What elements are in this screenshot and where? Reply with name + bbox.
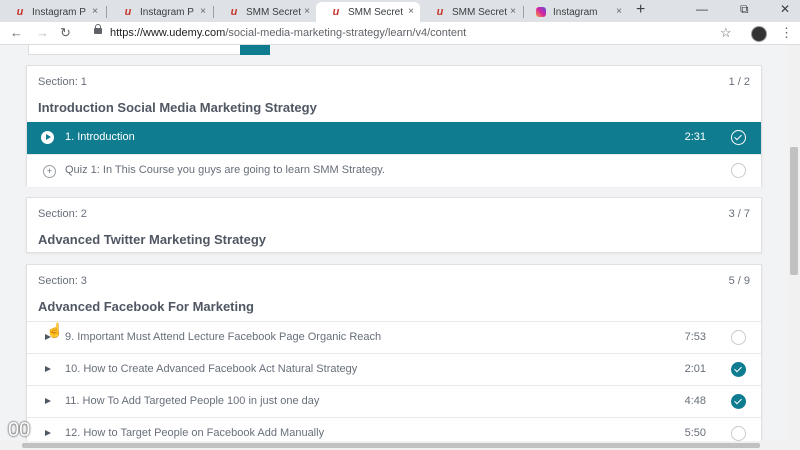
reload-icon[interactable]: ↻ <box>60 25 71 41</box>
lecture-title: 9. Important Must Attend Lecture Faceboo… <box>65 331 382 343</box>
completed-check-icon[interactable] <box>731 362 746 377</box>
back-arrow-icon[interactable]: ← <box>10 25 23 40</box>
close-icon[interactable]: × <box>200 6 206 17</box>
lecture-row[interactable]: 9. Important Must Attend Lecture Faceboo… <box>27 321 761 354</box>
udemy-icon: u <box>124 6 132 18</box>
scrollbar-thumb[interactable] <box>790 147 798 275</box>
lecture-duration: 2:31 <box>684 131 706 143</box>
browser-menu-icon[interactable]: ⋮ <box>780 25 793 41</box>
url-field[interactable]: https://www.udemy.com/social-media-marke… <box>110 27 466 39</box>
tab-strip: u Instagram P × u Instagram P × u SMM Se… <box>0 0 800 22</box>
section-title[interactable]: Advanced Facebook For Marketing <box>38 299 254 314</box>
new-tab-button[interactable]: + <box>636 1 645 19</box>
incomplete-check-icon[interactable] <box>731 330 746 345</box>
url-path: /social-media-marketing-strategy/learn/v… <box>225 27 467 39</box>
section-number: Section: 2 <box>38 208 87 220</box>
udemy-icon: u <box>332 6 340 18</box>
course-content-panel: Section: 1 1 / 2 Introduction Social Med… <box>0 45 800 450</box>
browser-tab-6[interactable]: Instagram × <box>524 2 628 22</box>
incomplete-check-icon[interactable] <box>731 163 746 178</box>
section-2[interactable]: Section: 2 3 / 7 Advanced Twitter Market… <box>26 197 762 253</box>
section-title: Advanced Twitter Marketing Strategy <box>38 232 267 247</box>
completed-check-icon[interactable] <box>731 394 746 409</box>
play-icon <box>41 131 54 144</box>
section-progress-count: 1 / 2 <box>728 76 750 88</box>
lecture-duration: 4:48 <box>684 395 706 407</box>
lecture-duration: 7:53 <box>684 331 706 343</box>
hand-cursor-icon: ☝ <box>46 322 64 338</box>
horizontal-scrollbar[interactable] <box>0 441 788 450</box>
udemy-icon: u <box>16 6 24 18</box>
address-bar-row: ← → ↻ https://www.udemy.com/social-media… <box>0 22 800 45</box>
section-1: Section: 1 1 / 2 Introduction Social Med… <box>26 65 762 187</box>
lecture-duration: 2:01 <box>684 363 706 375</box>
video-overlay-text: 00 <box>8 419 31 441</box>
close-icon[interactable]: × <box>510 6 516 17</box>
close-icon[interactable]: × <box>408 6 414 17</box>
lecture-title: 12. How to Target People on Facebook Add… <box>65 427 325 439</box>
lecture-title: 10. How to Create Advanced Facebook Act … <box>65 363 358 375</box>
lecture-row[interactable]: 10. How to Create Advanced Facebook Act … <box>27 353 761 386</box>
lock-icon <box>94 24 102 34</box>
bookmark-star-icon[interactable]: ☆ <box>720 25 732 41</box>
close-icon[interactable]: × <box>92 6 98 17</box>
vertical-scrollbar[interactable] <box>788 45 800 450</box>
tab-label: SMM Secret <box>452 6 508 18</box>
section-progress-count: 5 / 9 <box>728 275 750 287</box>
lecture-title: 11. How To Add Targeted People 100 in ju… <box>65 395 320 407</box>
section-number: Section: 3 <box>38 275 87 287</box>
section-title[interactable]: Introduction Social Media Marketing Stra… <box>38 100 317 115</box>
close-icon[interactable]: × <box>304 6 310 17</box>
incomplete-check-icon[interactable] <box>731 426 746 441</box>
browser-tab-1[interactable]: u Instagram P × <box>0 2 104 22</box>
instagram-icon <box>536 7 546 17</box>
tab-label: Instagram <box>553 6 598 18</box>
quiz-row[interactable]: + Quiz 1: In This Course you guys are go… <box>27 154 761 187</box>
section-progress-count: 3 / 7 <box>728 208 750 220</box>
udemy-icon: u <box>436 6 444 18</box>
lecture-title: 1. Introduction <box>65 131 135 143</box>
browser-tab-4-active[interactable]: u SMM Secret × <box>316 2 420 22</box>
quiz-icon: + <box>43 165 56 178</box>
forward-arrow-icon[interactable]: → <box>36 25 49 40</box>
profile-avatar[interactable] <box>751 26 767 42</box>
section-number: Section: 1 <box>38 76 87 88</box>
minimize-icon[interactable]: — <box>696 2 708 16</box>
lecture-row[interactable]: 11. How To Add Targeted People 100 in ju… <box>27 385 761 418</box>
udemy-icon: u <box>230 6 238 18</box>
completed-check-icon[interactable] <box>731 130 746 145</box>
lecture-duration: 5:50 <box>684 427 706 439</box>
lecture-row-active[interactable]: 1. Introduction 2:31 <box>27 122 761 154</box>
browser-tab-2[interactable]: u Instagram P × <box>108 2 212 22</box>
search-input[interactable] <box>28 45 242 55</box>
play-icon <box>41 427 54 440</box>
restore-icon[interactable]: ⧉ <box>740 2 749 17</box>
close-window-icon[interactable]: ✕ <box>780 2 790 16</box>
browser-tab-3[interactable]: u SMM Secret × <box>214 2 316 22</box>
tab-divider <box>106 6 107 18</box>
quiz-title: Quiz 1: In This Course you guys are goin… <box>65 164 385 176</box>
close-icon[interactable]: × <box>616 6 622 17</box>
browser-tab-5[interactable]: u SMM Secret × <box>420 2 522 22</box>
tab-label: SMM Secret <box>348 6 404 18</box>
tab-label: Instagram P <box>140 6 194 18</box>
section-3: Section: 3 5 / 9 Advanced Facebook For M… <box>26 264 762 450</box>
play-icon <box>41 363 54 376</box>
tab-label: Instagram P <box>32 6 86 18</box>
url-host: https://www.udemy.com <box>110 27 226 39</box>
tab-label: SMM Secret <box>246 6 302 18</box>
scrollbar-thumb[interactable] <box>22 443 760 448</box>
search-button[interactable] <box>240 45 270 55</box>
play-icon <box>41 395 54 408</box>
